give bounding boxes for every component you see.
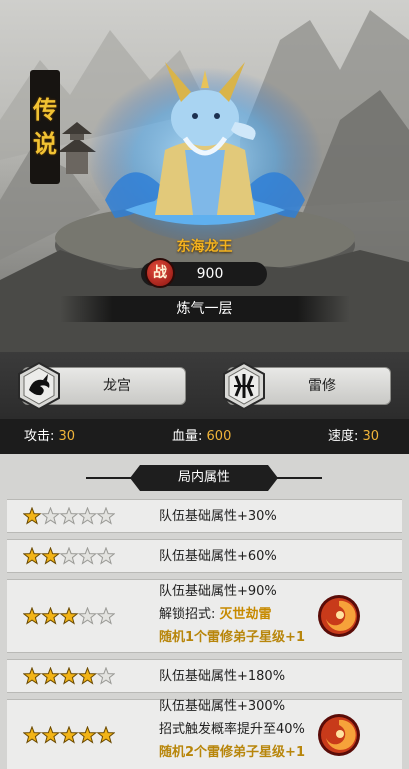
star-rating xyxy=(23,507,115,525)
tier-bonus-text: 队伍基础属性+300% 招式触发概率提升至40% 随机2个雷修弟子星级+1 xyxy=(159,695,305,764)
stat-hp: 血量: 600 xyxy=(172,419,231,454)
rarity-char: 传 xyxy=(33,95,57,124)
cultivation-realm: 炼气一层 xyxy=(176,301,233,317)
bonus-line: 队伍基础属性+60% xyxy=(159,549,277,564)
tier-bonus-text: 队伍基础属性+60% xyxy=(159,545,277,568)
star-filled-icon xyxy=(40,547,61,565)
tier-bonus-text: 队伍基础属性+90% 解锁招式: 灭世劫雷 随机1个雷修弟子星级+1 xyxy=(159,580,305,649)
stat-value: 600 xyxy=(206,429,232,444)
bonus-line: 招式触发概率提升至40% xyxy=(159,722,305,737)
star-filled-icon xyxy=(23,607,42,625)
bonus-line: 队伍基础属性+300% xyxy=(159,699,286,714)
star-filled-icon xyxy=(59,725,79,744)
star-filled-icon xyxy=(23,667,42,685)
star-empty-icon xyxy=(59,507,79,525)
thunder-skill-icon[interactable] xyxy=(316,593,362,639)
stat-label: 攻击: xyxy=(24,429,55,444)
hero-name: 东海龙王 xyxy=(176,239,233,255)
star-filled-icon xyxy=(96,725,115,744)
star-rating xyxy=(23,547,115,565)
bonus-line: 解锁招式: 灭世劫雷 xyxy=(159,603,305,626)
skill-name: 灭世劫雷 xyxy=(219,607,272,622)
thunder-skill-icon[interactable] xyxy=(316,712,362,758)
star-empty-icon xyxy=(77,607,98,625)
star-filled-icon xyxy=(23,507,42,525)
stats-row: 攻击: 30 血量: 600 速度: 30 xyxy=(0,419,409,454)
bonus-line: 队伍基础属性+90% xyxy=(159,584,277,599)
star-tier-row: 队伍基础属性+30% xyxy=(7,499,402,533)
star-filled-icon xyxy=(77,667,98,685)
star-rating xyxy=(23,667,115,685)
divider xyxy=(86,477,134,479)
stat-label: 血量: xyxy=(172,429,203,444)
dragon-crest-icon xyxy=(18,362,60,410)
bonus-line: 队伍基础属性+180% xyxy=(159,669,286,684)
stat-value: 30 xyxy=(58,429,76,444)
bonus-line: 随机1个雷修弟子星级+1 xyxy=(159,630,305,645)
rarity-char: 说 xyxy=(33,129,57,158)
star-empty-icon xyxy=(96,607,115,625)
star-rating xyxy=(23,725,115,744)
star-filled-icon xyxy=(77,725,98,744)
stat-attack: 攻击: 30 xyxy=(24,419,75,454)
star-tier-row: 队伍基础属性+90% 解锁招式: 灭世劫雷 随机1个雷修弟子星级+1 xyxy=(7,579,402,653)
panel-title: 局内属性 xyxy=(130,465,278,491)
star-empty-icon xyxy=(77,507,98,525)
star-filled-icon xyxy=(23,725,42,744)
star-filled-icon xyxy=(59,607,79,625)
star-filled-icon xyxy=(59,667,79,685)
star-empty-icon xyxy=(96,507,115,525)
star-empty-icon xyxy=(59,547,79,565)
stat-speed: 速度: 30 xyxy=(328,419,379,454)
star-tier-row: 队伍基础属性+300% 招式触发概率提升至40% 随机2个雷修弟子星级+1 xyxy=(7,699,402,769)
faction-label: 龙宫 xyxy=(103,378,131,394)
stat-label: 速度: xyxy=(328,429,359,444)
thunder-crest-icon xyxy=(223,362,265,410)
star-empty-icon xyxy=(96,667,115,685)
combat-power-value: 900 xyxy=(196,266,224,282)
bonus-line: 随机2个雷修弟子星级+1 xyxy=(159,745,305,760)
dragon-king-portrait xyxy=(87,58,323,240)
unlock-label: 解锁招式: xyxy=(159,607,216,622)
star-empty-icon xyxy=(77,547,98,565)
star-filled-icon xyxy=(40,607,61,625)
stat-value: 30 xyxy=(362,429,380,444)
bonus-line: 队伍基础属性+30% xyxy=(159,509,277,524)
divider xyxy=(274,477,322,479)
faction-label: 雷修 xyxy=(308,378,336,394)
hero-scene: 传 说 东海龙王 战 900 炼气一层 xyxy=(0,0,409,352)
rarity-banner: 传 说 xyxy=(30,70,60,184)
star-tier-row: 队伍基础属性+60% xyxy=(7,539,402,573)
star-empty-icon xyxy=(96,547,115,565)
tier-bonus-text: 队伍基础属性+180% xyxy=(159,665,285,688)
star-filled-icon xyxy=(40,725,61,744)
star-empty-icon xyxy=(40,507,61,525)
star-tier-row: 队伍基础属性+180% xyxy=(7,659,402,693)
star-filled-icon xyxy=(40,667,61,685)
star-filled-icon xyxy=(23,547,42,565)
combat-power-icon: 战 xyxy=(145,258,175,288)
star-rating xyxy=(23,607,115,625)
tier-bonus-text: 队伍基础属性+30% xyxy=(159,505,277,528)
